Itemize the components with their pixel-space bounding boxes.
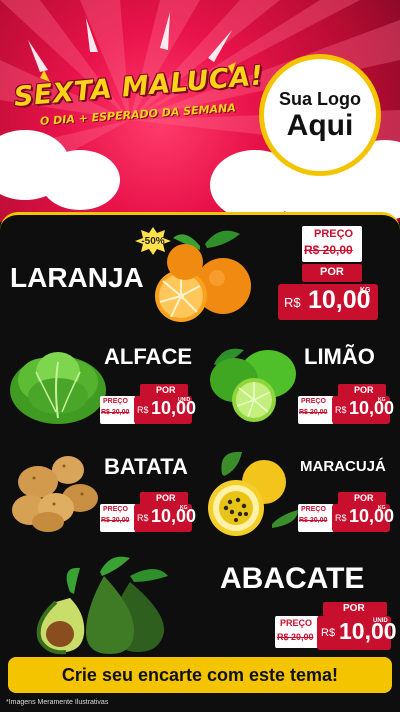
currency-symbol: R$ bbox=[335, 405, 347, 415]
price-tag-abacate: POR PREÇO R$ 20,00 R$ 10,00 UNID bbox=[275, 602, 397, 650]
avocado-image bbox=[36, 556, 168, 655]
logo-line2: Aqui bbox=[286, 108, 354, 142]
product-name-abacate: ABACATE bbox=[220, 562, 365, 595]
product-name-laranja: LARANJA bbox=[10, 262, 144, 293]
product-name-maracuja: MARACUJÁ bbox=[300, 458, 386, 475]
product-name-alface: ALFACE bbox=[104, 344, 192, 369]
current-price-box: R$ 10,00 KG bbox=[134, 504, 196, 532]
por-label: POR bbox=[343, 603, 365, 614]
price-tag-alface: POR PREÇO R$ 20,00 R$ 10,00 UNID bbox=[100, 384, 196, 424]
current-price-box: R$ 10,00 KG bbox=[332, 504, 394, 532]
price-tag-limao: POR PREÇO R$ 20,00 R$ 10,00 KG bbox=[298, 384, 394, 424]
currency-symbol: R$ bbox=[137, 513, 149, 523]
current-price-box: R$ 10,00 KG bbox=[278, 284, 378, 320]
potato-image bbox=[12, 456, 98, 532]
current-price: 10,00 bbox=[349, 398, 395, 418]
price-unit: UNID bbox=[373, 618, 388, 624]
price-unit: UNID bbox=[178, 397, 191, 403]
por-label: POR bbox=[320, 266, 344, 278]
product-name-batata: BATATA bbox=[104, 454, 188, 479]
discount-badge: -50% bbox=[141, 235, 165, 247]
currency-symbol: R$ bbox=[335, 513, 347, 523]
flyer: SEXTA MALUCA! O DIA + ESPERADO DA SEMANA… bbox=[0, 0, 400, 712]
preco-label: PREÇO bbox=[103, 398, 128, 405]
price-unit: KG bbox=[360, 287, 371, 294]
logo-line1: Sua Logo bbox=[279, 88, 361, 109]
old-price: R$ 20,00 bbox=[277, 632, 314, 642]
footnote: *Imagens Meramente Ilustrativas bbox=[6, 699, 109, 706]
current-price: 10,00 bbox=[151, 506, 197, 526]
price-tag-batata: POR PREÇO R$ 20,00 R$ 10,00 KG bbox=[100, 492, 196, 532]
current-price-box: R$ 10,00 UNID bbox=[134, 396, 196, 424]
lettuce-image bbox=[10, 352, 106, 424]
price-unit: KG bbox=[180, 505, 188, 511]
old-price: R$ 20,00 bbox=[299, 409, 328, 416]
current-price-box: R$ 10,00 KG bbox=[332, 396, 394, 424]
price-unit: KG bbox=[378, 505, 386, 511]
por-label: POR bbox=[354, 385, 374, 395]
price-tag-maracuja: POR PREÇO R$ 20,00 R$ 10,00 KG bbox=[298, 492, 394, 532]
por-label: POR bbox=[156, 385, 176, 395]
lime-image bbox=[210, 348, 296, 422]
preco-label: PREÇO bbox=[301, 398, 326, 405]
current-price-box: R$ 10,00 UNID bbox=[317, 616, 397, 650]
header-banner: SEXTA MALUCA! O DIA + ESPERADO DA SEMANA… bbox=[0, 0, 400, 222]
old-price: R$ 20,00 bbox=[101, 517, 130, 524]
old-price: R$ 20,00 bbox=[299, 517, 328, 524]
preco-label: PREÇO bbox=[103, 506, 128, 513]
logo-placeholder[interactable]: Sua Logo Aqui bbox=[259, 54, 381, 176]
por-label: POR bbox=[156, 493, 176, 503]
currency-symbol: R$ bbox=[321, 627, 336, 639]
currency-symbol: R$ bbox=[137, 405, 149, 415]
cloud-shape bbox=[40, 150, 120, 210]
old-price: R$ 20,00 bbox=[304, 243, 353, 257]
currency-symbol: R$ bbox=[284, 295, 301, 310]
create-flyer-button[interactable]: Crie seu encarte com este tema! bbox=[8, 657, 392, 693]
product-name-limao: LIMÃO bbox=[304, 344, 375, 369]
price-tag-laranja: PREÇO R$ 20,00 POR R$ 10,00 KG bbox=[278, 226, 378, 322]
passion-fruit-image bbox=[208, 451, 298, 536]
price-unit: KG bbox=[378, 397, 386, 403]
por-label: POR bbox=[354, 493, 374, 503]
current-price: 10,00 bbox=[349, 506, 395, 526]
old-price: R$ 20,00 bbox=[101, 409, 130, 416]
preco-label: PREÇO bbox=[301, 506, 326, 513]
preco-label: PREÇO bbox=[314, 228, 354, 240]
headline: SEXTA MALUCA! O DIA + ESPERADO DA SEMANA bbox=[13, 60, 265, 128]
preco-label: PREÇO bbox=[280, 618, 313, 628]
